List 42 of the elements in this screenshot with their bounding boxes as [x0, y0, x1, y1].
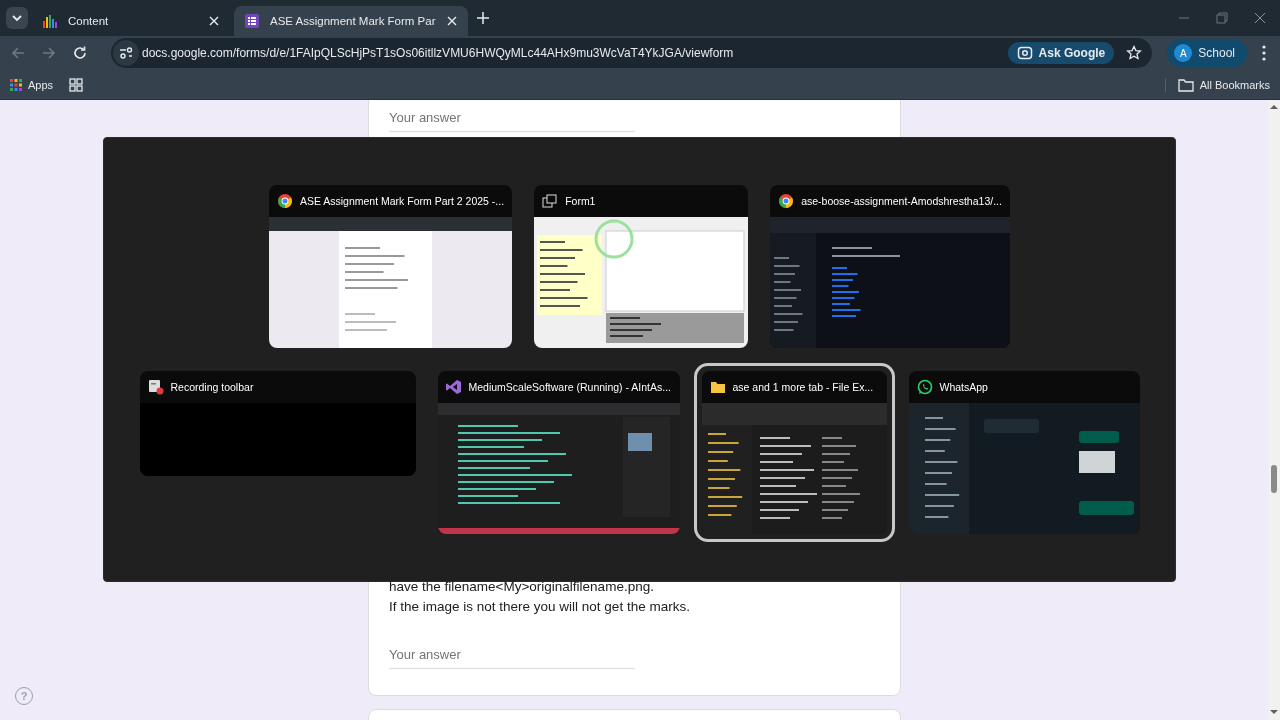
lens-icon	[1016, 45, 1033, 61]
window-icon	[542, 193, 559, 209]
reload-icon[interactable]	[72, 45, 88, 61]
window-card[interactable]: ase and 1 more tab - File Ex...	[693, 363, 895, 542]
form-icon	[244, 13, 260, 29]
ide-logo-icon	[445, 379, 462, 395]
browser-tab[interactable]: ASE Assignment Mark Form Par	[234, 6, 468, 36]
answer-field[interactable]: Your answer	[389, 643, 635, 669]
folder-icon	[709, 379, 726, 395]
browser-logo-icon	[778, 193, 795, 209]
bar-chart-icon	[42, 13, 58, 29]
new-tab-icon[interactable]	[475, 11, 490, 25]
apps-grid-icon	[10, 78, 22, 91]
address-bar[interactable]: docs.google.com/forms/d/e/1FAIpQLScHjPsT1sOs06itllzVMU6HWQyMLc44AHx9mu3WcVaT4YkJGA/viewform Ask Google	[111, 38, 1153, 68]
all-bookmarks-button[interactable]: All Bookmarks	[1164, 77, 1270, 92]
window-card[interactable]: MediumScaleSoftware (Running) - AIntAs...	[437, 371, 680, 534]
browser-tab[interactable]: Content	[32, 6, 230, 36]
description-text: have the filename<My>originalfilename.png.	[389, 578, 655, 596]
bookmark-link[interactable]: Apps	[10, 78, 54, 91]
answer-field[interactable]: Your answer	[389, 106, 635, 132]
window-card[interactable]: Recording toolbar	[139, 371, 416, 476]
browser-logo-icon	[276, 193, 293, 209]
folder-icon	[1177, 77, 1194, 92]
chat-logo-icon	[916, 379, 933, 395]
tab-title: Content	[68, 15, 110, 27]
profile-button[interactable]: A School	[1167, 39, 1247, 67]
tab-groups-icon[interactable]	[69, 77, 84, 92]
tab-title: ASE Assignment Mark Form Par	[270, 15, 436, 27]
window-card[interactable]: ASE Assignment Mark Form Part 2 2025 -...	[268, 185, 513, 348]
description-text: If the image is not there you will not get the marks.	[389, 598, 691, 616]
window-card[interactable]: Form1	[534, 185, 749, 348]
ask-google-button[interactable]: Ask Google	[1007, 42, 1115, 64]
bookmark-star-icon[interactable]	[1126, 45, 1143, 61]
scrollbar[interactable]	[1268, 100, 1280, 720]
site-info-icon[interactable]	[113, 40, 139, 66]
url-text: docs.google.com/forms/d/e/1FAIpQLScHjPsT1sOs06itllzVMU6HWQyMLc44AHx9mu3WcVaT4YkJGA/viewform	[142, 46, 734, 60]
recorder-icon	[147, 379, 164, 395]
window-card[interactable]: ase-boose-assignment-Amodshrestha13/...	[770, 185, 1011, 348]
tab-search-button[interactable]	[6, 7, 28, 29]
menu-icon[interactable]	[1262, 45, 1266, 61]
window-card[interactable]: WhatsApp	[908, 371, 1140, 534]
avatar: A	[1174, 44, 1193, 62]
